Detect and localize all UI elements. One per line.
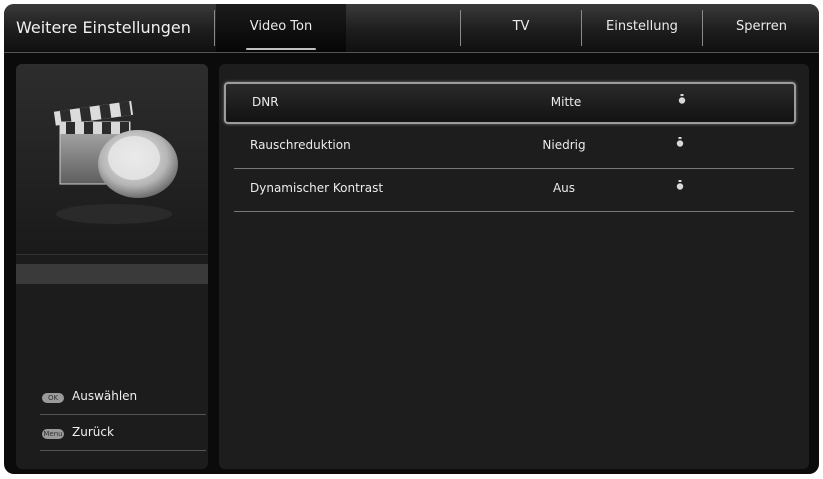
select-hint-label: Auswählen — [72, 389, 138, 403]
setting-row-dynamischer-kontrast[interactable]: Dynamischer Kontrast Aus — [224, 170, 792, 208]
setting-name: Dynamischer Kontrast — [250, 181, 384, 195]
setting-row-rauschreduktion[interactable]: Rauschreduktion Niedrig — [224, 127, 792, 165]
adjust-icon — [678, 94, 686, 104]
tab-label: Einstellung — [606, 19, 678, 34]
menu-title: Weitere Einstellungen — [16, 18, 191, 37]
setting-value: Aus — [552, 181, 576, 195]
adjust-icon — [676, 180, 684, 190]
category-thumbnail — [16, 64, 208, 255]
menu-key-icon: Menu — [42, 429, 64, 439]
adjust-icon — [676, 137, 684, 147]
setting-name: Rauschreduktion — [250, 138, 351, 152]
tab-label: Video Ton — [249, 19, 313, 34]
info-strip — [16, 264, 208, 284]
setting-name: DNR — [252, 95, 279, 109]
left-panel: OK Auswählen Menu Zurück — [16, 64, 208, 469]
tab-video-ton[interactable]: Video Ton — [216, 4, 346, 52]
row-divider — [234, 211, 794, 212]
tab-separator — [702, 10, 703, 46]
setting-row-dnr[interactable]: DNR Mitte — [224, 82, 796, 124]
tab-separator — [581, 10, 582, 46]
tv-menu-screen: Weitere Einstellungen Video Ton TV Einst… — [4, 4, 819, 474]
setting-value: Niedrig — [542, 138, 586, 152]
setting-value: Mitte — [550, 95, 582, 109]
back-hint: Menu Zurück — [40, 416, 206, 451]
tab-separator — [460, 10, 461, 46]
tab-label: Sperren — [736, 19, 787, 34]
tab-separator — [214, 10, 215, 46]
row-divider — [234, 168, 794, 169]
tab-sperren[interactable]: Sperren — [704, 4, 819, 52]
tab-einstellung[interactable]: Einstellung — [583, 4, 701, 52]
video-clapper-icon — [53, 100, 178, 224]
back-hint-label: Zurück — [72, 425, 114, 439]
tab-tv[interactable]: TV — [462, 4, 580, 52]
select-hint: OK Auswählen — [40, 380, 206, 415]
ok-key-icon: OK — [42, 393, 64, 403]
tab-label: TV — [512, 19, 530, 34]
top-bar: Weitere Einstellungen Video Ton TV Einst… — [4, 4, 819, 53]
settings-panel: DNR Mitte Rauschreduktion Niedrig Dynami… — [219, 64, 809, 469]
